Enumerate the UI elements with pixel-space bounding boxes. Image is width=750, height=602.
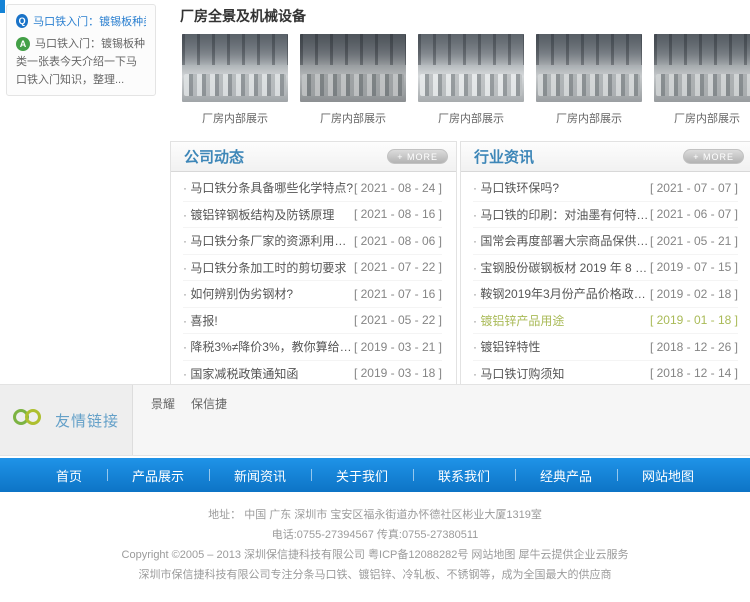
bottom-nav: 首页产品展示新闻资讯关于我们联系我们经典产品网站地图 [0, 458, 750, 492]
factory-gallery: 厂房内部展示 厂房内部展示 厂房内部展示 [182, 34, 750, 126]
nav-link[interactable]: 新闻资讯 [209, 466, 311, 485]
factory-photo[interactable] [536, 34, 642, 102]
news-item-date: [ 2021 - 07 - 16 ] [354, 287, 442, 301]
friend-links-bar: 友情链接 景耀 保信捷 [0, 384, 750, 456]
nav-link[interactable]: 关于我们 [311, 466, 413, 485]
footer-copyright: Copyright ©2005 – 2013 深圳保信捷科技有限公司 粤ICP备… [0, 545, 750, 565]
news-item[interactable]: 喜报! [ 2021 - 05 - 22 ] [183, 308, 442, 335]
news-item-date: [ 2018 - 12 - 14 ] [650, 366, 738, 380]
factory-photo[interactable] [418, 34, 524, 102]
news-item-title[interactable]: 降税3%≠降价3%，教你算给客户看 [183, 338, 354, 355]
company-news-header: 公司动态 + MORE [171, 142, 456, 172]
friend-links-label-cell: 友情链接 [0, 385, 133, 455]
news-item-title[interactable]: 鞍钢2019年3月份产品价格政策调整... [473, 285, 650, 302]
news-item-date: [ 2019 - 02 - 18 ] [650, 287, 738, 301]
news-item-date: [ 2021 - 08 - 06 ] [354, 234, 442, 248]
news-item-date: [ 2021 - 08 - 16 ] [354, 207, 442, 221]
news-item-title[interactable]: 马口铁分条具备哪些化学特点? [183, 179, 353, 196]
factory-photo[interactable] [182, 34, 288, 102]
news-item-date: [ 2021 - 07 - 22 ] [354, 260, 442, 274]
news-item-date: [ 2021 - 05 - 22 ] [354, 313, 442, 327]
gallery-caption: 厂房内部展示 [654, 110, 750, 126]
gallery-title: 厂房全景及机械设备 [180, 6, 750, 26]
news-item[interactable]: 马口铁分条具备哪些化学特点? [ 2021 - 08 - 24 ] [183, 175, 442, 202]
news-item[interactable]: 镀铝锌产品用途 [ 2019 - 01 - 18 ] [473, 308, 738, 335]
footer-slogan: 深圳市保信捷科技有限公司专注分条马口铁、镀铝锌、冷轧板、不锈钢等，成为全国最大的… [0, 565, 750, 585]
friend-link[interactable]: 景耀 [151, 397, 175, 411]
gallery-item[interactable]: 厂房内部展示 [654, 34, 750, 126]
news-item-date: [ 2019 - 03 - 21 ] [354, 340, 442, 354]
friend-link[interactable]: 保信捷 [191, 397, 227, 411]
links-rings-icon [13, 408, 47, 432]
news-item-date: [ 2021 - 08 - 24 ] [354, 181, 442, 195]
nav-link[interactable]: 网站地图 [617, 466, 719, 485]
gallery-caption: 厂房内部展示 [300, 110, 406, 126]
news-item[interactable]: 马口铁分条加工时的剪切要求 [ 2021 - 07 - 22 ] [183, 255, 442, 282]
gallery-item[interactable]: 厂房内部展示 [418, 34, 524, 126]
news-item-title[interactable]: 马口铁环保吗? [473, 179, 559, 196]
news-item-title[interactable]: 镀铝锌产品用途 [473, 312, 564, 329]
news-item[interactable]: 镀铝锌钢板结构及防锈原理 [ 2021 - 08 - 16 ] [183, 202, 442, 229]
news-item[interactable]: 降税3%≠降价3%，教你算给客户看 [ 2019 - 03 - 21 ] [183, 334, 442, 361]
news-item-date: [ 2018 - 12 - 26 ] [650, 340, 738, 354]
news-item[interactable]: 马口铁环保吗? [ 2021 - 07 - 07 ] [473, 175, 738, 202]
gallery-item[interactable]: 厂房内部展示 [536, 34, 642, 126]
footer-address: 地址： 中国 广东 深圳市 宝安区福永街道办怀德社区彬业大厦1319室 [0, 505, 750, 525]
main-content: 厂房全景及机械设备 厂房内部展示 厂房内部展示 [170, 0, 750, 444]
news-item-title[interactable]: 马口铁的印刷：对油墨有何特殊要求 [473, 206, 650, 223]
news-item[interactable]: 如何辨别伪劣钢材? [ 2021 - 07 - 16 ] [183, 281, 442, 308]
qa-answer-text: 马口铁入门：镀锡板种类一张表今天介绍一下马口铁入门知识，整理... [16, 38, 145, 86]
news-item[interactable]: 国常会再度部署大宗商品保供稳价 [ 2021 - 05 - 21 ] [473, 228, 738, 255]
news-item-date: [ 2021 - 05 - 21 ] [650, 234, 738, 248]
gallery-caption: 厂房内部展示 [182, 110, 288, 126]
qa-question-row[interactable]: Q 马口铁入门：镀锡板种类... [16, 13, 146, 29]
friend-links-list: 景耀 保信捷 [133, 385, 750, 455]
footer-phone: 电话:0755-27394567 传真:0755-27380511 [0, 525, 750, 545]
factory-photo[interactable] [654, 34, 750, 102]
news-item-title[interactable]: 喜报! [183, 312, 218, 329]
gallery-caption: 厂房内部展示 [536, 110, 642, 126]
news-item-title[interactable]: 国常会再度部署大宗商品保供稳价 [473, 232, 650, 249]
footer: 地址： 中国 广东 深圳市 宝安区福永街道办怀德社区彬业大厦1319室 电话:0… [0, 492, 750, 585]
nav-link[interactable]: 经典产品 [515, 466, 617, 485]
industry-more-button[interactable]: + MORE [683, 149, 744, 164]
news-item[interactable]: 马口铁的印刷：对油墨有何特殊要求 [ 2021 - 06 - 07 ] [473, 202, 738, 229]
news-item[interactable]: 宝钢股份碳钢板材 2019 年 8 月份国... [ 2019 - 07 - 1… [473, 255, 738, 282]
nav-link[interactable]: 产品展示 [107, 466, 209, 485]
gallery-caption: 厂房内部展示 [418, 110, 524, 126]
factory-photo[interactable] [300, 34, 406, 102]
company-more-button[interactable]: + MORE [387, 149, 448, 164]
news-item-date: [ 2019 - 01 - 18 ] [650, 313, 738, 327]
news-item-title[interactable]: 马口铁订购须知 [473, 365, 564, 382]
qa-answer-row: A马口铁入门：镀锡板种类一张表今天介绍一下马口铁入门知识，整理... [16, 35, 146, 89]
news-item-date: [ 2021 - 06 - 07 ] [650, 207, 738, 221]
news-item-title[interactable]: 马口铁分条厂家的资源利用率如何? [183, 232, 354, 249]
gallery-item[interactable]: 厂房内部展示 [182, 34, 288, 126]
nav-link[interactable]: 联系我们 [413, 466, 515, 485]
news-item-title[interactable]: 镀铝锌钢板结构及防锈原理 [183, 206, 334, 223]
news-item-title[interactable]: 镀铝锌特性 [473, 338, 540, 355]
question-badge-icon: Q [16, 14, 28, 28]
news-item-title[interactable]: 宝钢股份碳钢板材 2019 年 8 月份国... [473, 259, 650, 276]
industry-news-title: 行业资讯 [474, 146, 534, 167]
viewport-edge-remnant [0, 0, 5, 13]
news-item-date: [ 2019 - 07 - 15 ] [650, 260, 738, 274]
friend-links-title: 友情链接 [55, 410, 119, 431]
news-item-date: [ 2021 - 07 - 07 ] [650, 181, 738, 195]
news-item-date: [ 2019 - 03 - 18 ] [354, 366, 442, 380]
news-item[interactable]: 镀铝锌特性 [ 2018 - 12 - 26 ] [473, 334, 738, 361]
news-item-title[interactable]: 国家减税政策通知函 [183, 365, 298, 382]
qa-widget: Q 马口铁入门：镀锡板种类... A马口铁入门：镀锡板种类一张表今天介绍一下马口… [6, 4, 156, 96]
industry-news-header: 行业资讯 + MORE [461, 142, 750, 172]
news-item[interactable]: 马口铁分条厂家的资源利用率如何? [ 2021 - 08 - 06 ] [183, 228, 442, 255]
nav-link[interactable]: 首页 [31, 466, 107, 485]
page-root: Q 马口铁入门：镀锡板种类... A马口铁入门：镀锡板种类一张表今天介绍一下马口… [0, 0, 750, 602]
news-item-title[interactable]: 如何辨别伪劣钢材? [183, 285, 293, 302]
gallery-item[interactable]: 厂房内部展示 [300, 34, 406, 126]
news-item[interactable]: 鞍钢2019年3月份产品价格政策调整... [ 2019 - 02 - 18 ] [473, 281, 738, 308]
news-item-title[interactable]: 马口铁分条加工时的剪切要求 [183, 259, 346, 276]
qa-question-link[interactable]: 马口铁入门：镀锡板种类... [33, 13, 146, 29]
answer-badge-icon: A [16, 37, 30, 51]
company-news-title: 公司动态 [184, 146, 244, 167]
